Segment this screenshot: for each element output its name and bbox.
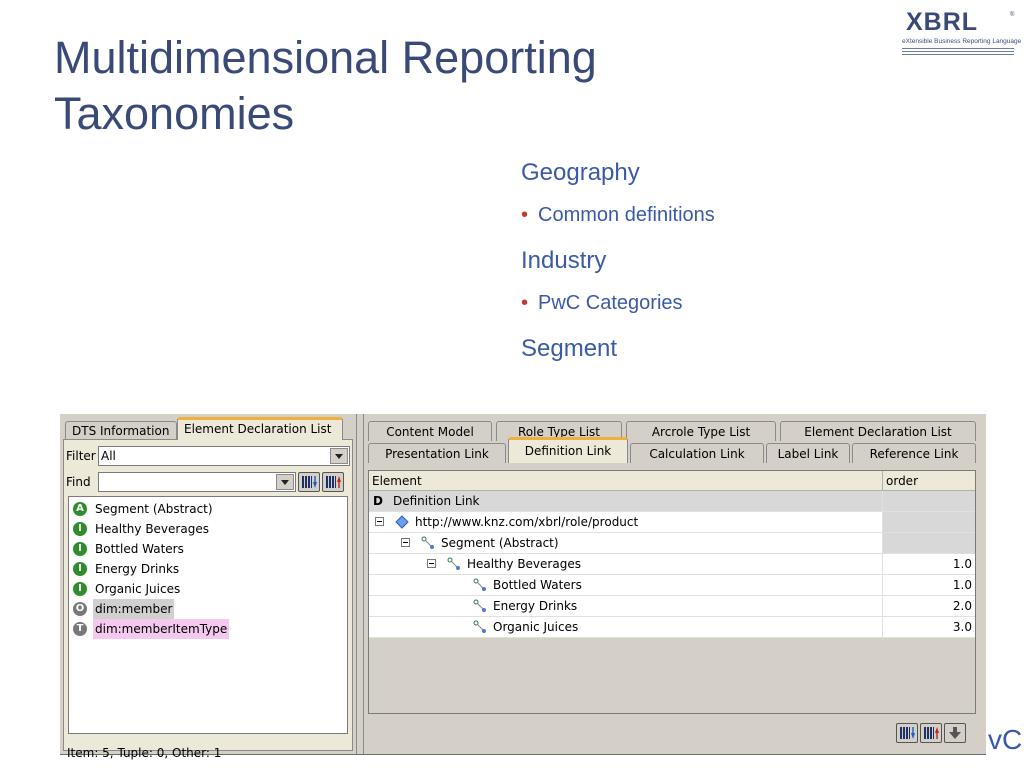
collapse-icon[interactable]	[427, 559, 436, 568]
sort-bars-icon	[302, 476, 312, 488]
role-diamond-icon	[395, 515, 409, 529]
bullet-dot: •	[521, 292, 529, 314]
table-row[interactable]: Energy Drinks 2.0	[369, 596, 975, 617]
tab-element-declaration-list-right[interactable]: Element Declaration List	[780, 421, 976, 441]
bullet-common-definitions: • Common definitions	[521, 204, 715, 226]
title-line-2: Taxonomies	[54, 88, 295, 139]
sort-bars-icon	[900, 727, 910, 739]
arrow-down-icon	[949, 727, 961, 739]
column-header-element[interactable]: Element	[369, 471, 882, 491]
table-row[interactable]: Organic Juices 3.0	[369, 617, 975, 638]
find-label: Find	[66, 475, 91, 489]
splitter-handle[interactable]	[356, 414, 364, 754]
item-icon: I	[73, 582, 87, 596]
element-declaration-list: A Segment (Abstract) I Healthy Beverages…	[68, 496, 348, 734]
collapse-icon[interactable]	[375, 517, 384, 526]
item-icon: I	[73, 522, 87, 536]
taxonomy-editor-window: DTS Information Element Declaration List…	[60, 414, 986, 760]
table-row[interactable]: Segment (Abstract)	[369, 533, 975, 554]
tab-content-model[interactable]: Content Model	[368, 421, 492, 441]
arrow-up-icon	[935, 727, 939, 739]
column-header-order[interactable]: order	[882, 471, 975, 491]
arc-node-icon	[473, 578, 486, 591]
type-icon: T	[73, 622, 87, 636]
arc-node-icon	[473, 620, 486, 633]
bullet-pwc-categories: • PwC Categories	[521, 292, 683, 314]
filter-value: All	[101, 449, 116, 463]
arrow-up-icon	[337, 476, 341, 488]
tab-definition-link[interactable]: Definition Link	[508, 437, 628, 463]
sort-bars-icon	[326, 476, 336, 488]
sort-descending-button[interactable]	[322, 472, 344, 492]
logo-lines	[902, 48, 1014, 56]
abstract-item-icon: A	[73, 502, 87, 516]
left-panel-body: Filter All Find A Segment (Abstract) I H…	[63, 439, 353, 760]
sort-descending-button[interactable]	[920, 723, 942, 743]
move-down-button[interactable]	[944, 723, 966, 743]
arc-node-icon	[421, 536, 434, 549]
xbrl-logo-text: XBRL	[906, 8, 979, 36]
arrow-down-icon	[911, 727, 915, 739]
tab-calculation-link[interactable]: Calculation Link	[630, 443, 764, 463]
chevron-down-icon[interactable]	[330, 448, 348, 464]
heading-geography: Geography	[521, 159, 640, 186]
tab-dts-information[interactable]: DTS Information	[65, 421, 177, 439]
heading-segment: Segment	[521, 335, 618, 362]
filter-label: Filter	[66, 449, 96, 463]
collapse-icon[interactable]	[401, 538, 410, 547]
find-input[interactable]	[98, 472, 296, 492]
left-pane: DTS Information Element Declaration List…	[63, 417, 353, 760]
arc-node-icon	[447, 557, 460, 570]
status-bar-text: Item: 5, Tuple: 0, Other: 1	[67, 746, 222, 760]
tab-reference-link[interactable]: Reference Link	[852, 443, 976, 463]
tab-label-link[interactable]: Label Link	[766, 443, 850, 463]
table-row[interactable]: D Definition Link	[369, 491, 975, 512]
sort-bars-icon	[924, 727, 934, 739]
definition-link-grid: Element order D Definition Link http://w…	[368, 470, 976, 714]
arc-node-icon	[473, 599, 486, 612]
trademark-mark: ®	[1010, 12, 1015, 18]
filter-select[interactable]: All	[98, 446, 350, 466]
tab-element-declaration-list[interactable]: Element Declaration List	[177, 417, 343, 440]
slide-title: Multidimensional Reporting Taxonomies	[54, 30, 597, 142]
sort-ascending-button[interactable]	[896, 723, 918, 743]
item-icon: I	[73, 542, 87, 556]
arrow-down-icon	[313, 476, 317, 488]
tab-arcrole-type-list[interactable]: Arcrole Type List	[626, 421, 776, 441]
right-pane: Content Model Role Type List Arcrole Typ…	[366, 417, 980, 751]
bullet-dot: •	[521, 204, 529, 226]
item-icon: I	[73, 562, 87, 576]
chevron-down-icon[interactable]	[276, 474, 294, 490]
xbrl-logo: XBRL ® eXtensible Business Reporting Lan…	[896, 8, 1022, 56]
xbrl-logo-tagline: eXtensible Business Reporting Language	[902, 38, 1022, 45]
definition-link-icon: D	[373, 494, 383, 508]
tab-presentation-link[interactable]: Presentation Link	[368, 443, 506, 463]
table-row[interactable]: http://www.knz.com/xbrl/role/product	[369, 512, 975, 533]
other-icon: O	[73, 602, 87, 616]
bullet-list: Geography • Common definitions Industry •…	[521, 158, 1001, 378]
pwc-brand-fragment: vC	[988, 724, 1023, 755]
title-line-1: Multidimensional Reporting	[54, 32, 597, 83]
table-row[interactable]: Healthy Beverages 1.0	[369, 554, 975, 575]
table-row[interactable]: Bottled Waters 1.0	[369, 575, 975, 596]
heading-industry: Industry	[521, 247, 607, 274]
sort-ascending-button[interactable]	[298, 472, 320, 492]
